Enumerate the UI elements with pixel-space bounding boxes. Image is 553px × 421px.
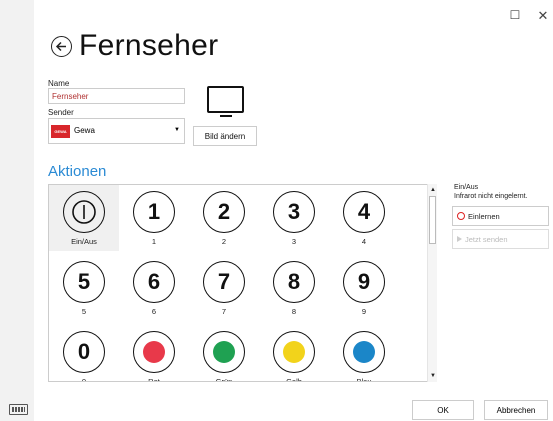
action-label: 2	[221, 237, 227, 246]
learn-button[interactable]: Einlernen	[452, 206, 549, 226]
action-tile[interactable]: 22	[189, 185, 259, 251]
number-symbol: 9	[343, 261, 385, 303]
action-label: Ein/Aus	[71, 237, 97, 246]
scroll-down-icon[interactable]: ▼	[428, 371, 438, 381]
back-arrow-icon[interactable]	[51, 36, 72, 57]
scrollbar[interactable]: ▲ ▼	[427, 184, 437, 382]
color-dot-icon	[343, 331, 385, 373]
color-dot-icon	[273, 331, 315, 373]
actions-grid: Ein/Aus 1 1 2 2 3 3 4 4 5 5 6 6 7 7 8 8 9 9 0 0 Rot Grün Gelb Bl…	[48, 184, 437, 382]
close-button[interactable]: ✕	[535, 8, 551, 24]
action-label: 7	[221, 307, 227, 316]
action-label: 6	[151, 307, 157, 316]
send-now-button[interactable]: Jetzt senden	[452, 229, 549, 249]
action-label: Blau	[356, 377, 372, 382]
selected-action-title: Ein/Aus	[454, 184, 479, 191]
color-dot-icon	[203, 331, 245, 373]
action-label: Rot	[148, 377, 160, 382]
name-input[interactable]	[48, 88, 185, 104]
maximize-button[interactable]: ☐	[507, 8, 523, 22]
cancel-button[interactable]: Abbrechen	[484, 400, 548, 420]
action-tile[interactable]: Rot	[119, 325, 189, 382]
action-tile[interactable]: 55	[49, 255, 119, 321]
action-tile[interactable]: 33	[259, 185, 329, 251]
learn-button-label: Einlernen	[468, 211, 500, 221]
actions-title: Aktionen	[48, 163, 107, 180]
ir-status: Infrarot nicht eingelernt.	[454, 193, 528, 200]
action-tile[interactable]: 11	[119, 185, 189, 251]
number-symbol: 8	[273, 261, 315, 303]
action-label: 0	[81, 377, 87, 382]
action-tile[interactable]: 44	[329, 185, 399, 251]
color-dot-icon	[133, 331, 175, 373]
scroll-up-icon[interactable]: ▲	[428, 185, 438, 195]
sender-label: Sender	[48, 108, 74, 117]
left-rail	[0, 0, 34, 421]
tv-icon	[207, 86, 244, 117]
action-tile[interactable]: Blau	[329, 325, 399, 382]
color-dot	[213, 341, 235, 363]
action-tile[interactable]: 88	[259, 255, 329, 321]
sender-dropdown[interactable]: GEWA Gewa ▼	[48, 118, 185, 144]
action-label: 3	[291, 237, 297, 246]
chevron-down-icon: ▼	[174, 127, 180, 133]
action-tile[interactable]: Ein/Aus	[49, 185, 119, 251]
record-icon	[457, 212, 465, 220]
action-tile[interactable]: Gelb	[259, 325, 329, 382]
action-label: Grün	[215, 377, 233, 382]
page-title: Fernseher	[79, 29, 219, 62]
action-label: Gelb	[286, 377, 302, 382]
color-dot	[143, 341, 165, 363]
action-label: 5	[81, 307, 87, 316]
sender-value: Gewa	[74, 126, 95, 135]
number-symbol: 2	[203, 191, 245, 233]
action-tile[interactable]: 66	[119, 255, 189, 321]
play-icon	[457, 236, 462, 242]
number-symbol: 5	[63, 261, 105, 303]
action-label: 8	[291, 307, 297, 316]
ok-button[interactable]: OK	[412, 400, 474, 420]
power-icon	[63, 191, 105, 233]
number-symbol: 3	[273, 191, 315, 233]
number-symbol: 7	[203, 261, 245, 303]
color-dot	[283, 341, 305, 363]
action-label: 4	[361, 237, 367, 246]
number-symbol: 0	[63, 331, 105, 373]
action-tile[interactable]: Grün	[189, 325, 259, 382]
name-label: Name	[48, 79, 70, 88]
sender-logo: GEWA	[51, 125, 70, 138]
number-symbol: 1	[133, 191, 175, 233]
action-tile[interactable]: 00	[49, 325, 119, 382]
keyboard-icon[interactable]	[9, 404, 28, 415]
number-symbol: 4	[343, 191, 385, 233]
change-image-button[interactable]: Bild ändern	[193, 126, 257, 146]
action-label: 1	[151, 237, 157, 246]
number-symbol: 6	[133, 261, 175, 303]
color-dot	[353, 341, 375, 363]
action-tile[interactable]: 77	[189, 255, 259, 321]
action-tile[interactable]: 99	[329, 255, 399, 321]
send-now-label: Jetzt senden	[465, 234, 508, 244]
action-label: 9	[361, 307, 367, 316]
scroll-thumb[interactable]	[429, 196, 436, 244]
